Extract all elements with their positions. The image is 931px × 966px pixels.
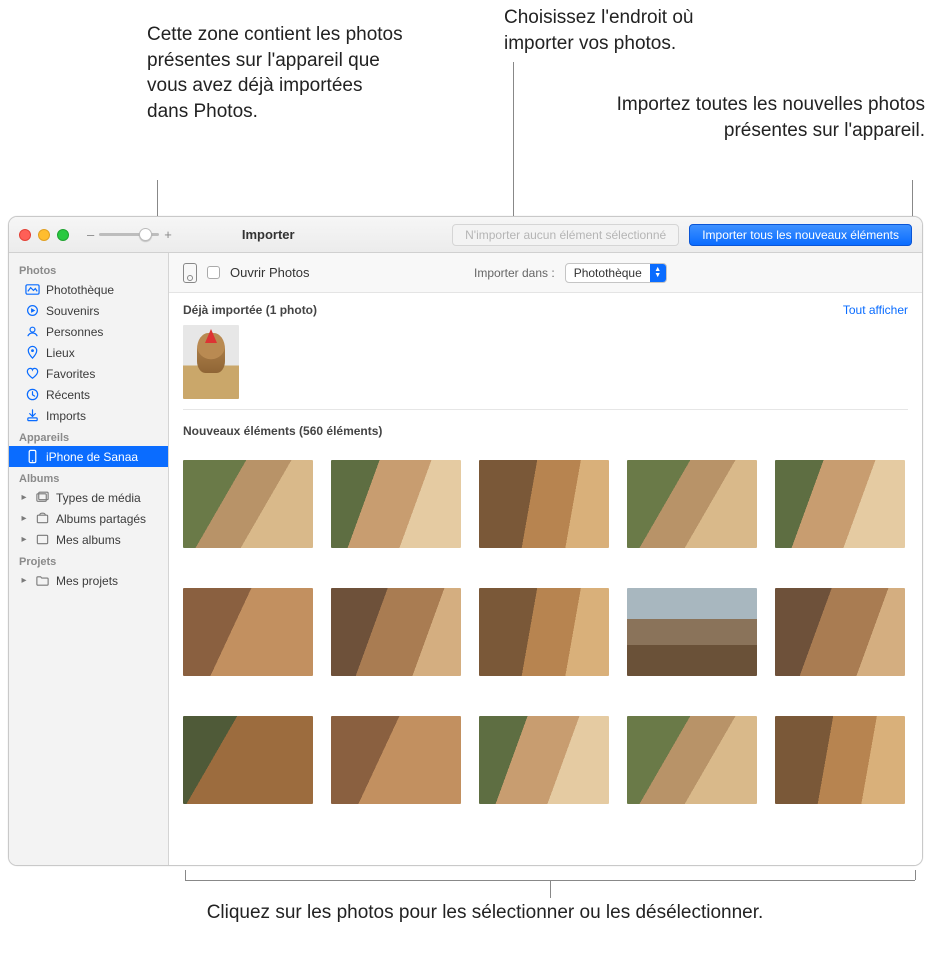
import-all-new-button[interactable]: Importer tous les nouveaux éléments bbox=[689, 224, 912, 246]
chevron-updown-icon: ▲▼ bbox=[650, 264, 666, 282]
photo-thumbnail[interactable] bbox=[479, 716, 609, 804]
folder-icon bbox=[35, 573, 50, 588]
sidebar-item-label: Imports bbox=[46, 409, 86, 423]
sidebar-item-my-albums[interactable]: ▸ Mes albums bbox=[9, 529, 168, 550]
import-to-label: Importer dans : bbox=[474, 266, 555, 280]
disclosure-icon[interactable]: ▸ bbox=[19, 534, 29, 545]
slider-track[interactable] bbox=[99, 233, 159, 236]
sidebar-item-favorites[interactable]: Favorites bbox=[9, 363, 168, 384]
photo-thumbnail[interactable] bbox=[627, 716, 757, 804]
photo-thumbnail[interactable] bbox=[331, 460, 461, 548]
sidebar-section-albums: Albums bbox=[9, 467, 168, 487]
open-photos-checkbox[interactable] bbox=[207, 266, 220, 279]
photo-thumbnail[interactable] bbox=[775, 716, 905, 804]
sidebar-item-label: Types de média bbox=[56, 491, 141, 505]
disclosure-icon[interactable]: ▸ bbox=[19, 492, 29, 503]
photo-thumbnail[interactable] bbox=[183, 716, 313, 804]
photo-thumbnail[interactable] bbox=[627, 460, 757, 548]
app-window: – + Importer N'importer aucun élément sé… bbox=[8, 216, 923, 866]
new-items-grid bbox=[169, 446, 922, 818]
photo-thumbnail[interactable] bbox=[775, 588, 905, 676]
import-subbar: Ouvrir Photos Importer dans : Photothèqu… bbox=[169, 253, 922, 293]
heart-icon bbox=[25, 366, 40, 381]
sidebar-item-label: Favorites bbox=[46, 367, 95, 381]
sidebar-item-memories[interactable]: Souvenirs bbox=[9, 300, 168, 321]
zoom-slider[interactable]: – + bbox=[87, 227, 172, 242]
select-value: Photothèque bbox=[566, 266, 650, 280]
clock-icon bbox=[25, 387, 40, 402]
callout-choose-destination: Choisissez l'endroit où importer vos pho… bbox=[504, 5, 764, 56]
window-titlebar: – + Importer N'importer aucun élément sé… bbox=[9, 217, 922, 253]
fullscreen-icon[interactable] bbox=[57, 229, 69, 241]
bracket-line bbox=[185, 870, 186, 880]
zoom-in-icon[interactable]: + bbox=[164, 227, 172, 242]
slider-thumb[interactable] bbox=[139, 228, 152, 241]
sidebar-item-label: Albums partagés bbox=[56, 512, 146, 526]
figure-root: Cette zone contient les photos présentes… bbox=[0, 0, 931, 966]
sidebar-item-shared-albums[interactable]: ▸ Albums partagés bbox=[9, 508, 168, 529]
sidebar-item-label: Personnes bbox=[46, 325, 103, 339]
device-icon bbox=[183, 263, 197, 283]
sidebar-item-label: Photothèque bbox=[46, 283, 114, 297]
photo-thumbnail[interactable] bbox=[183, 325, 239, 399]
already-imported-header: Déjà importée (1 photo) bbox=[183, 303, 317, 317]
window-controls bbox=[19, 229, 69, 241]
sidebar-item-imports[interactable]: Imports bbox=[9, 405, 168, 426]
library-icon bbox=[25, 282, 40, 297]
sidebar-item-label: Récents bbox=[46, 388, 90, 402]
sidebar-item-device-iphone[interactable]: iPhone de Sanaa bbox=[9, 446, 168, 467]
open-photos-label: Ouvrir Photos bbox=[230, 265, 309, 280]
zoom-out-icon[interactable]: – bbox=[87, 227, 94, 242]
photo-thumbnail[interactable] bbox=[183, 588, 313, 676]
close-icon[interactable] bbox=[19, 229, 31, 241]
sidebar-item-media-types[interactable]: ▸ Types de média bbox=[9, 487, 168, 508]
bracket-line bbox=[915, 870, 916, 880]
photo-thumbnail[interactable] bbox=[479, 460, 609, 548]
sidebar-section-photos: Photos bbox=[9, 259, 168, 279]
sidebar-item-label: iPhone de Sanaa bbox=[46, 450, 138, 464]
sidebar-section-projects: Projets bbox=[9, 550, 168, 570]
disclosure-icon[interactable]: ▸ bbox=[19, 513, 29, 524]
callout-click-select: Cliquez sur les photos pour les sélectio… bbox=[135, 900, 835, 926]
sidebar: Photos Photothèque Souvenirs bbox=[9, 253, 169, 865]
sidebar-item-places[interactable]: Lieux bbox=[9, 342, 168, 363]
sidebar-section-devices: Appareils bbox=[9, 426, 168, 446]
disclosure-icon[interactable]: ▸ bbox=[19, 575, 29, 586]
already-imported-section: Déjà importée (1 photo) Tout afficher bbox=[169, 293, 922, 414]
photo-thumbnail[interactable] bbox=[627, 588, 757, 676]
photo-thumbnail[interactable] bbox=[331, 716, 461, 804]
shared-album-icon bbox=[35, 511, 50, 526]
import-selected-button: N'importer aucun élément sélectionné bbox=[452, 224, 679, 246]
show-all-link[interactable]: Tout afficher bbox=[843, 303, 908, 317]
sidebar-item-label: Mes albums bbox=[56, 533, 121, 547]
photo-thumbnail[interactable] bbox=[479, 588, 609, 676]
memories-icon bbox=[25, 303, 40, 318]
toolbar-title: Importer bbox=[242, 227, 295, 242]
sidebar-item-library[interactable]: Photothèque bbox=[9, 279, 168, 300]
callout-already-imported: Cette zone contient les photos présentes… bbox=[147, 22, 407, 125]
sidebar-item-my-projects[interactable]: ▸ Mes projets bbox=[9, 570, 168, 591]
minimize-icon[interactable] bbox=[38, 229, 50, 241]
new-items-header: Nouveaux éléments (560 éléments) bbox=[183, 424, 382, 438]
sidebar-item-people[interactable]: Personnes bbox=[9, 321, 168, 342]
photo-thumbnail[interactable] bbox=[331, 588, 461, 676]
places-icon bbox=[25, 345, 40, 360]
photo-thumbnail[interactable] bbox=[183, 460, 313, 548]
import-icon bbox=[25, 408, 40, 423]
new-items-section: Nouveaux éléments (560 éléments) bbox=[169, 414, 922, 438]
bracket-line bbox=[550, 880, 551, 898]
callout-import-all-new: Importez toutes les nouvelles photos pré… bbox=[575, 92, 925, 143]
import-destination-select[interactable]: Photothèque ▲▼ bbox=[565, 263, 667, 283]
sidebar-item-label: Souvenirs bbox=[46, 304, 99, 318]
photo-thumbnail[interactable] bbox=[775, 460, 905, 548]
album-icon bbox=[35, 490, 50, 505]
people-icon bbox=[25, 324, 40, 339]
sidebar-item-label: Lieux bbox=[46, 346, 75, 360]
sidebar-item-recents[interactable]: Récents bbox=[9, 384, 168, 405]
sidebar-item-label: Mes projets bbox=[56, 574, 118, 588]
content-area: Ouvrir Photos Importer dans : Photothèqu… bbox=[169, 253, 922, 865]
phone-icon bbox=[25, 449, 40, 464]
album-icon bbox=[35, 532, 50, 547]
